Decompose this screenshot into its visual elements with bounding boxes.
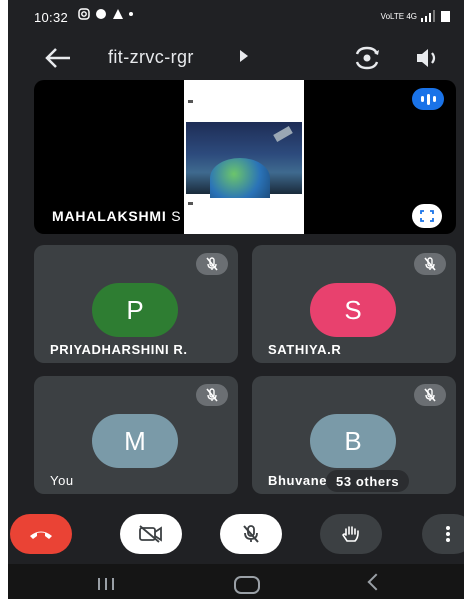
slide-image <box>186 122 302 198</box>
camera-switch-icon[interactable] <box>352 43 382 73</box>
home-icon[interactable] <box>234 576 260 594</box>
presenter-name: MAHALAKSHMI <box>52 208 167 224</box>
notification-icons <box>78 8 133 20</box>
meeting-code[interactable]: fit-zrvc-rgr <box>108 47 194 68</box>
camera-off-icon <box>139 525 162 543</box>
voice-activity-icon <box>412 88 444 110</box>
participant-tile[interactable]: P PRIYADHARSHINI R. <box>34 245 238 363</box>
chat-icon <box>96 9 106 19</box>
speaker-icon[interactable] <box>413 44 441 72</box>
avatar: S <box>310 283 396 337</box>
participant-name: SATHIYA.R <box>268 342 342 357</box>
camera-toggle-button[interactable] <box>120 514 182 554</box>
caret-right-icon[interactable] <box>240 50 248 62</box>
network-label: VoLTE 4G <box>380 11 417 21</box>
presenting-label: MAHALAKSHMI S is presenting <box>52 208 273 224</box>
slide-marker <box>188 202 193 205</box>
more-vertical-icon <box>446 526 450 542</box>
mic-toggle-button[interactable] <box>220 514 282 554</box>
participant-name: You <box>50 473 74 488</box>
phone-screen: 10:32 VoLTE 4G fit-zrvc-rgr MAHALAKSHMI … <box>8 0 464 599</box>
participant-tile[interactable]: M You <box>34 376 238 494</box>
presentation-tile[interactable]: MAHALAKSHMI S is presenting <box>34 80 456 234</box>
participant-tile[interactable]: S SATHIYA.R <box>252 245 456 363</box>
phone-hangup-icon <box>30 531 52 539</box>
mic-off-icon <box>414 253 446 275</box>
avatar: M <box>92 414 178 468</box>
fullscreen-button[interactable] <box>412 204 442 228</box>
participant-name: Bhuvane <box>268 473 328 488</box>
mic-off-icon <box>243 525 259 543</box>
raise-hand-button[interactable] <box>320 514 382 554</box>
more-options-button[interactable] <box>422 514 464 554</box>
recents-icon[interactable] <box>98 578 114 590</box>
more-notifications-dot <box>129 12 133 16</box>
call-controls <box>8 508 464 564</box>
earth-graphic <box>210 158 270 198</box>
arrow-left-icon[interactable] <box>44 46 72 70</box>
hand-icon <box>342 526 359 542</box>
warning-icon <box>113 9 123 19</box>
slide-marker <box>188 100 193 103</box>
satellite-graphic <box>273 126 293 142</box>
participant-name: PRIYADHARSHINI R. <box>50 342 188 357</box>
battery-icon <box>441 11 450 22</box>
fullscreen-icon <box>420 210 434 222</box>
avatar: B <box>310 414 396 468</box>
system-nav-bar <box>8 564 464 599</box>
mic-off-icon <box>196 253 228 275</box>
instagram-icon <box>78 8 90 20</box>
meeting-top-bar: fit-zrvc-rgr <box>8 38 464 80</box>
back-nav-icon[interactable] <box>367 573 385 591</box>
status-time: 10:32 <box>34 10 69 25</box>
status-bar: 10:32 VoLTE 4G <box>8 0 464 38</box>
mic-off-icon <box>414 384 446 406</box>
mic-off-icon <box>196 384 228 406</box>
signal-icon <box>421 10 435 22</box>
avatar: P <box>92 283 178 337</box>
others-count-button[interactable]: 53 others <box>326 470 410 492</box>
system-icons: VoLTE 4G <box>381 10 450 22</box>
end-call-button[interactable] <box>10 514 72 554</box>
presenting-text: S is presenting <box>171 208 273 224</box>
